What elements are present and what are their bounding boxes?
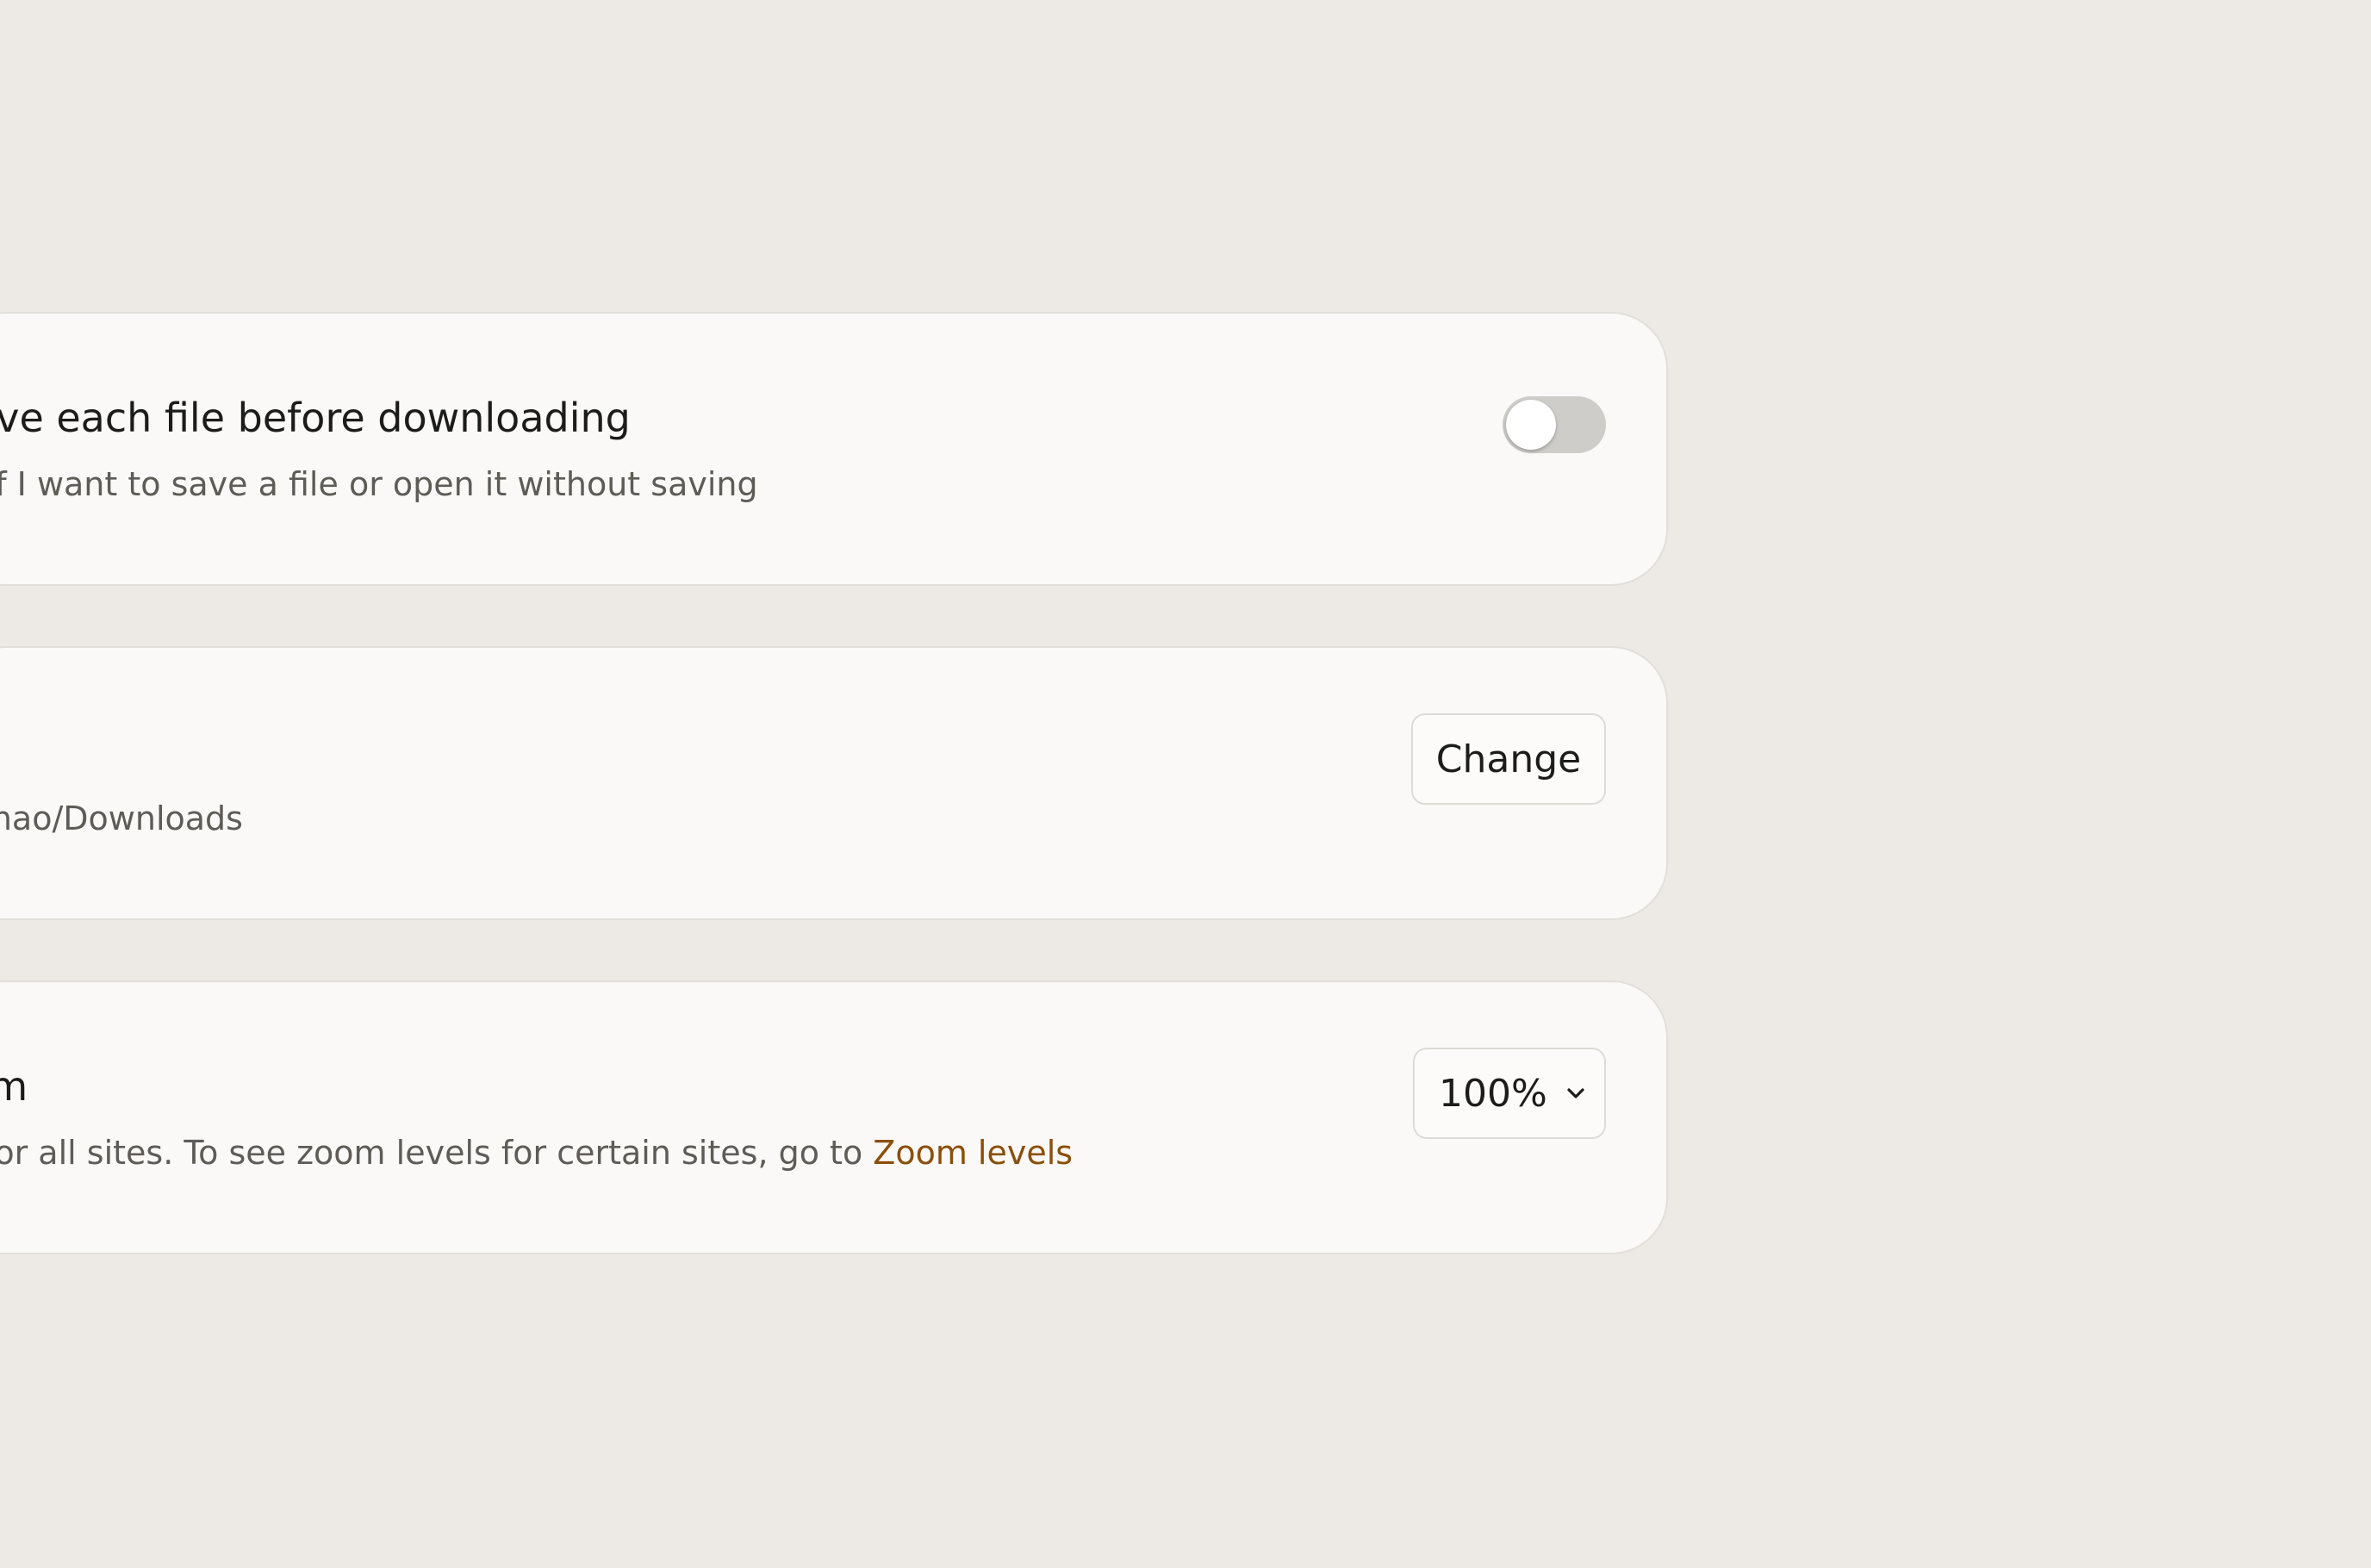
ask-where-to-save-card: here to save each file before downloadin… bbox=[0, 312, 1668, 586]
page-zoom-description: zoom level for all sites. To see zoom le… bbox=[0, 1134, 1073, 1172]
page-zoom-description-text: zoom level for all sites. To see zoom le… bbox=[0, 1134, 863, 1172]
download-location-path: katezhao/Downloads bbox=[0, 800, 243, 837]
toggle-knob bbox=[1506, 400, 1556, 450]
ask-where-to-save-title: here to save each file before downloadin… bbox=[0, 395, 631, 441]
ask-where-to-save-description: ask me if I want to save a file or open … bbox=[0, 465, 758, 503]
change-location-button[interactable]: Change bbox=[1411, 713, 1606, 805]
settings-page: here to save each file before downloadin… bbox=[0, 0, 2371, 1568]
zoom-level-value: 100% bbox=[1439, 1071, 1547, 1116]
zoom-level-select[interactable]: 100% bbox=[1413, 1048, 1606, 1139]
zoom-levels-link[interactable]: Zoom levels bbox=[873, 1134, 1073, 1172]
download-location-card: on katezhao/Downloads Change bbox=[0, 646, 1668, 920]
chevron-down-icon bbox=[1567, 1088, 1584, 1098]
page-zoom-title: zoom bbox=[0, 1063, 28, 1110]
ask-where-to-save-toggle[interactable] bbox=[1503, 396, 1606, 453]
page-zoom-card: zoom zoom level for all sites. To see zo… bbox=[0, 980, 1668, 1254]
